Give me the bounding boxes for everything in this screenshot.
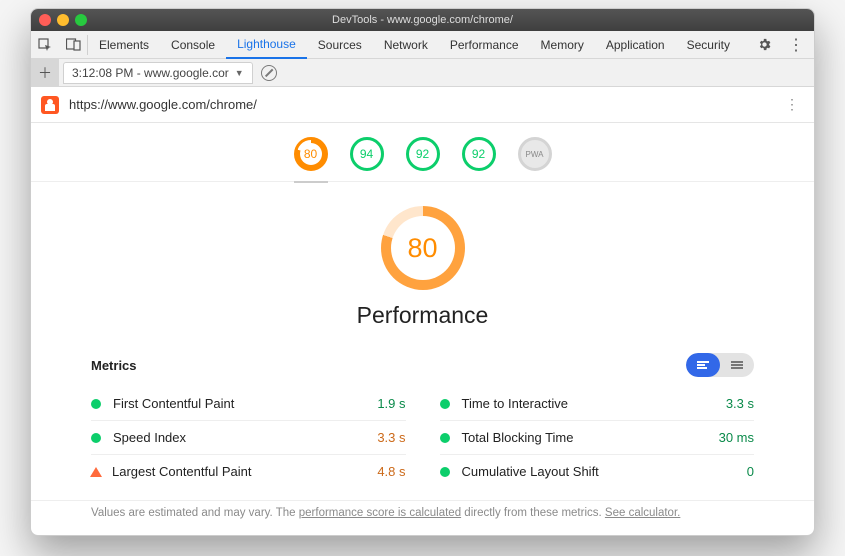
- report-selector-bar: ＋ 3:12:08 PM - www.google.cor ▼: [31, 59, 814, 87]
- tab-lighthouse[interactable]: Lighthouse: [226, 31, 307, 59]
- pass-dot-icon: [440, 399, 450, 409]
- metric-row: First Contentful Paint 1.9 s: [91, 387, 406, 420]
- category-gauge-4[interactable]: PWA: [518, 137, 552, 173]
- metrics-header: Metrics: [31, 341, 814, 381]
- metrics-footer: Values are estimated and may vary. The p…: [31, 500, 814, 535]
- metric-name: Cumulative Layout Shift: [462, 464, 599, 479]
- report-url-row: https://www.google.com/chrome/ ⋮: [31, 87, 814, 123]
- tab-application[interactable]: Application: [595, 31, 676, 59]
- more-options-icon[interactable]: ⋮: [778, 35, 814, 55]
- performance-score: 80: [407, 233, 437, 264]
- metrics-heading: Metrics: [91, 358, 137, 373]
- pass-dot-icon: [440, 467, 450, 477]
- metric-row: Largest Contentful Paint 4.8 s: [91, 454, 406, 488]
- warning-triangle-icon: [90, 467, 102, 477]
- device-toolbar-icon[interactable]: [59, 31, 87, 59]
- dropdown-caret-icon: ▼: [235, 68, 244, 78]
- clear-icon[interactable]: [261, 65, 277, 81]
- performance-gauge: 80: [381, 206, 465, 290]
- report-timestamp: 3:12:08 PM: [72, 66, 133, 80]
- metric-value: 1.9 s: [377, 396, 405, 411]
- metric-row: Total Blocking Time 30 ms: [440, 420, 755, 454]
- window-controls: [39, 14, 87, 26]
- metric-row: Cumulative Layout Shift 0: [440, 454, 755, 488]
- pass-dot-icon: [91, 399, 101, 409]
- maximize-window-button[interactable]: [75, 14, 87, 26]
- devtools-window: DevTools - www.google.com/chrome/ Elemen…: [30, 8, 815, 536]
- category-gauge-2[interactable]: 92: [406, 137, 440, 173]
- pass-dot-icon: [91, 433, 101, 443]
- metric-value: 0: [747, 464, 754, 479]
- new-report-button[interactable]: ＋: [31, 59, 59, 87]
- tab-security[interactable]: Security: [676, 31, 741, 59]
- category-gauge-1[interactable]: 94: [350, 137, 384, 173]
- report-menu-icon[interactable]: ⋮: [771, 96, 814, 113]
- tab-elements[interactable]: Elements: [88, 31, 160, 59]
- audited-url: https://www.google.com/chrome/: [69, 97, 257, 112]
- metric-name: Total Blocking Time: [462, 430, 574, 445]
- tab-memory[interactable]: Memory: [530, 31, 595, 59]
- metric-row: Speed Index 3.3 s: [91, 420, 406, 454]
- see-calculator-link[interactable]: See calculator.: [605, 507, 680, 519]
- metrics-grid: First Contentful Paint 1.9 s Time to Inter…: [31, 381, 814, 498]
- titlebar: DevTools - www.google.com/chrome/: [31, 9, 814, 31]
- metric-value: 4.8 s: [377, 464, 405, 479]
- score-calc-link[interactable]: performance score is calculated: [299, 507, 461, 519]
- performance-section: 80 Performance: [31, 182, 814, 341]
- collapsed-view-button[interactable]: [720, 353, 754, 377]
- metric-value: 3.3 s: [726, 396, 754, 411]
- category-gauges: 80 94 92 92 PWA: [31, 123, 814, 182]
- metric-name: First Contentful Paint: [113, 396, 234, 411]
- tab-sources[interactable]: Sources: [307, 31, 373, 59]
- performance-title: Performance: [357, 302, 489, 329]
- category-gauge-3[interactable]: 92: [462, 137, 496, 173]
- window-title: DevTools - www.google.com/chrome/: [31, 9, 814, 31]
- close-window-button[interactable]: [39, 14, 51, 26]
- pass-dot-icon: [440, 433, 450, 443]
- metric-value: 3.3 s: [377, 430, 405, 445]
- metric-name: Largest Contentful Paint: [112, 464, 251, 479]
- report-host: www.google.cor: [144, 66, 229, 80]
- metric-row: Time to Interactive 3.3 s: [440, 387, 755, 420]
- expanded-view-button[interactable]: [686, 353, 720, 377]
- metric-name: Time to Interactive: [462, 396, 568, 411]
- tab-console[interactable]: Console: [160, 31, 226, 59]
- category-gauge-0[interactable]: 80: [294, 137, 328, 183]
- inspect-element-icon[interactable]: [31, 31, 59, 59]
- metric-value: 30 ms: [719, 430, 754, 445]
- tab-performance[interactable]: Performance: [439, 31, 530, 59]
- minimize-window-button[interactable]: [57, 14, 69, 26]
- view-toggle: [686, 353, 754, 377]
- lighthouse-icon: [41, 96, 59, 114]
- metric-name: Speed Index: [113, 430, 186, 445]
- settings-gear-icon[interactable]: [750, 31, 778, 59]
- devtools-tab-strip: ElementsConsoleLighthouseSourcesNetworkP…: [31, 31, 814, 59]
- report-tab[interactable]: 3:12:08 PM - www.google.cor ▼: [63, 62, 253, 84]
- tab-network[interactable]: Network: [373, 31, 439, 59]
